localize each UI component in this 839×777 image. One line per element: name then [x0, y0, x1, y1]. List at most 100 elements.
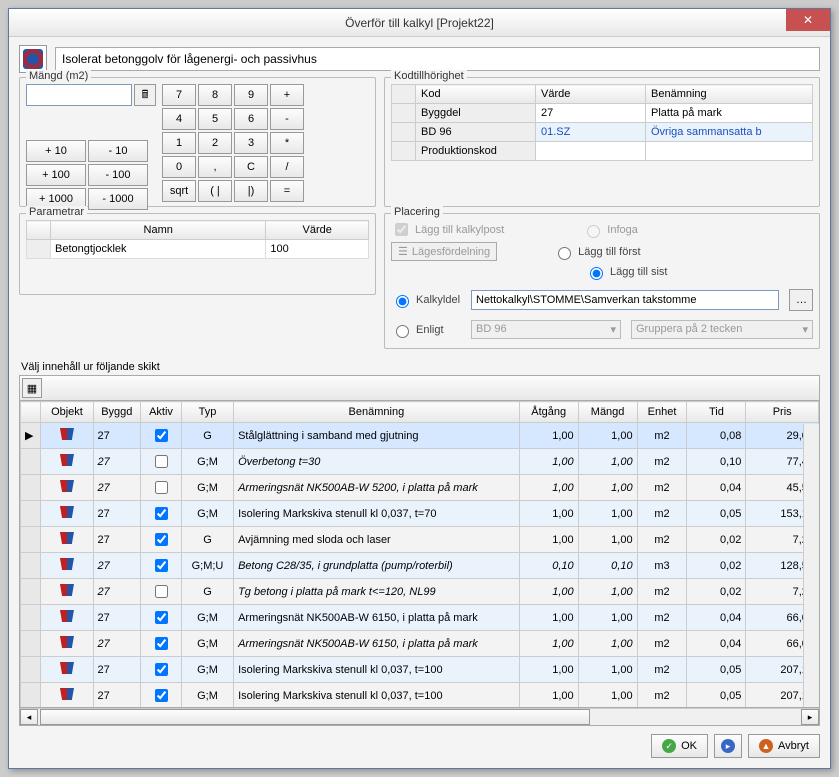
kod-row[interactable]: Byggdel27Platta på mark	[392, 104, 813, 123]
keypad-4[interactable]: 4	[162, 108, 196, 130]
vertical-scrollbar[interactable]	[803, 424, 819, 707]
scroll-right-button[interactable]: ▸	[801, 709, 819, 725]
col-marker[interactable]	[21, 402, 41, 423]
step-+10[interactable]: + 10	[26, 140, 86, 162]
keypad-7[interactable]: 7	[162, 84, 196, 106]
keypad-1[interactable]: 1	[162, 132, 196, 154]
aktiv-checkbox[interactable]	[155, 455, 168, 468]
aktiv-checkbox[interactable]	[155, 585, 168, 598]
keypad-9[interactable]: 9	[234, 84, 268, 106]
table-row[interactable]: 27 G;M Armeringsnät NK500AB-W 5200, i pl…	[21, 475, 819, 501]
keypad-|)[interactable]: |)	[234, 180, 268, 202]
col-Objekt[interactable]: Objekt	[41, 402, 93, 423]
keypad-,[interactable]: ,	[198, 156, 232, 178]
radio-infoga: Infoga	[582, 222, 638, 238]
grid-toolbar: ▦	[19, 375, 820, 400]
radio-lagg-sist[interactable]: Lägg till sist	[585, 264, 667, 280]
kalkyldel-path-input[interactable]	[471, 290, 779, 310]
col-Byggd[interactable]: Byggd	[93, 402, 141, 423]
step--1000[interactable]: - 1000	[88, 188, 148, 210]
hscroll-thumb[interactable]	[40, 709, 590, 725]
aktiv-checkbox[interactable]	[155, 507, 168, 520]
aktiv-checkbox[interactable]	[155, 663, 168, 676]
keypad-sqrt[interactable]: sqrt	[162, 180, 196, 202]
aktiv-checkbox[interactable]	[155, 637, 168, 650]
table-row[interactable]: 27 G;M Isolering Markskiva stenull kl 0,…	[21, 683, 819, 709]
browse-button[interactable]: …	[789, 289, 813, 311]
radio-kalkyldel[interactable]: Kalkyldel	[391, 292, 461, 308]
scroll-left-button[interactable]: ◂	[20, 709, 38, 725]
object-icon	[60, 610, 74, 622]
ok-button[interactable]: ✓OK	[651, 734, 708, 758]
table-row[interactable]: 27 G;M Överbetong t=30 1,00 1,00 m2 0,10…	[21, 449, 819, 475]
table-row[interactable]: 27 G Tg betong i platta på mark t<=120, …	[21, 579, 819, 605]
param-row[interactable]: Betongtjocklek100	[27, 240, 369, 259]
col-Typ[interactable]: Typ	[181, 402, 233, 423]
step-+100[interactable]: + 100	[26, 164, 86, 186]
keypad-8[interactable]: 8	[198, 84, 232, 106]
keypad-2[interactable]: 2	[198, 132, 232, 154]
table-row[interactable]: ▶ 27 G Stålglättning i samband med gjutn…	[21, 423, 819, 449]
keypad-=[interactable]: =	[270, 180, 304, 202]
kod-table[interactable]: Kod Värde Benämning Byggdel27Platta på m…	[391, 84, 813, 161]
mangd-input[interactable]	[26, 84, 132, 106]
mangd-legend: Mängd (m2)	[26, 70, 91, 82]
radio-enligt[interactable]: Enligt	[391, 322, 461, 338]
object-icon	[60, 584, 74, 596]
kod-row[interactable]: BD 9601.SZÖvriga sammansatta b	[392, 123, 813, 142]
aktiv-checkbox[interactable]	[155, 689, 168, 702]
kod-row[interactable]: Produktionskod	[392, 142, 813, 161]
cb-add-kalkylpost: Lägg till kalkylpost	[391, 220, 504, 239]
keypad-C[interactable]: C	[234, 156, 268, 178]
col-Benämning[interactable]: Benämning	[234, 402, 520, 423]
table-row[interactable]: 27 G;M Armeringsnät NK500AB-W 6150, i pl…	[21, 631, 819, 657]
data-grid[interactable]: ObjektByggdAktivTypBenämningÅtgångMängdE…	[20, 401, 819, 708]
keypad-6[interactable]: 6	[234, 108, 268, 130]
keypad-5[interactable]: 5	[198, 108, 232, 130]
cancel-button[interactable]: ▲Avbryt	[748, 734, 820, 758]
step--10[interactable]: - 10	[88, 140, 148, 162]
aktiv-checkbox[interactable]	[155, 559, 168, 572]
description-input[interactable]	[55, 47, 820, 71]
step--100[interactable]: - 100	[88, 164, 148, 186]
aktiv-checkbox[interactable]	[155, 611, 168, 624]
select-bd: BD 96▾	[471, 320, 621, 339]
aktiv-checkbox[interactable]	[155, 429, 168, 442]
keypad-0[interactable]: 0	[162, 156, 196, 178]
col-Enhet[interactable]: Enhet	[637, 402, 687, 423]
keypad-3[interactable]: 3	[234, 132, 268, 154]
object-icon	[60, 636, 74, 648]
next-button[interactable]: ▸	[714, 734, 742, 758]
col-Pris[interactable]: Pris	[746, 402, 819, 423]
horizontal-scrollbar[interactable]: ◂ ▸	[19, 708, 820, 726]
titlebar: Överför till kalkyl [Projekt22] ✕	[9, 9, 830, 37]
aktiv-checkbox[interactable]	[155, 533, 168, 546]
grid-columns-icon[interactable]: ▦	[22, 378, 42, 398]
col-Tid[interactable]: Tid	[687, 402, 746, 423]
table-row[interactable]: 27 G;M;U Betong C28/35, i grundplatta (p…	[21, 553, 819, 579]
keypad-+[interactable]: +	[270, 84, 304, 106]
placering-legend: Placering	[391, 206, 443, 218]
keypad-*[interactable]: *	[270, 132, 304, 154]
window-title: Överför till kalkyl [Projekt22]	[345, 16, 494, 30]
parametrar-legend: Parametrar	[26, 206, 87, 218]
col-Aktiv[interactable]: Aktiv	[141, 402, 182, 423]
table-row[interactable]: 27 G Avjämning med sloda och laser 1,00 …	[21, 527, 819, 553]
object-icon	[60, 480, 74, 492]
skikt-label: Välj innehåll ur följande skikt	[21, 361, 820, 373]
col-Mängd[interactable]: Mängd	[578, 402, 637, 423]
keypad-/[interactable]: /	[270, 156, 304, 178]
table-row[interactable]: 27 G;M Isolering Markskiva stenull kl 0,…	[21, 501, 819, 527]
radio-lagg-forst[interactable]: Lägg till först	[553, 244, 640, 260]
table-row[interactable]: 27 G;M Isolering Markskiva stenull kl 0,…	[21, 657, 819, 683]
col-Åtgång[interactable]: Åtgång	[519, 402, 578, 423]
table-row[interactable]: 27 G;M Armeringsnät NK500AB-W 6150, i pl…	[21, 605, 819, 631]
aktiv-checkbox[interactable]	[155, 481, 168, 494]
close-button[interactable]: ✕	[786, 9, 830, 31]
keypad--[interactable]: -	[270, 108, 304, 130]
object-icon	[60, 558, 74, 570]
calculator-icon[interactable]: 🖩	[134, 84, 156, 106]
keypad-( |[interactable]: ( |	[198, 180, 232, 202]
parametrar-table[interactable]: Namn Värde Betongtjocklek100	[26, 220, 369, 259]
grid-scroll-area[interactable]: ObjektByggdAktivTypBenämningÅtgångMängdE…	[19, 400, 820, 708]
